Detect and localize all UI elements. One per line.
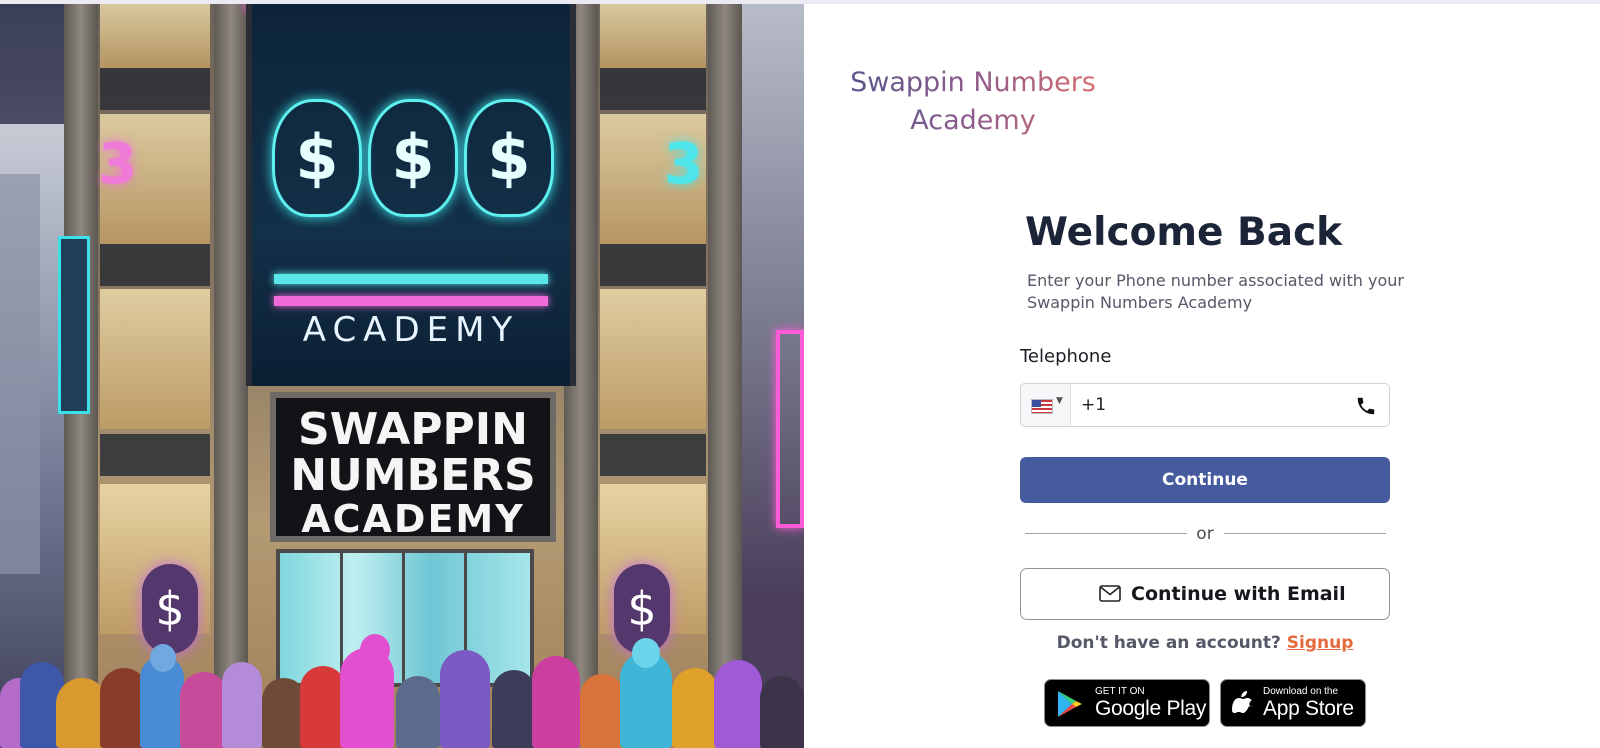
neon-number-left: 3	[98, 132, 137, 197]
floor-band	[600, 434, 706, 476]
neon-side-panel	[58, 236, 90, 414]
floor-band	[600, 68, 706, 110]
academy-marquee: SWAPPIN NUMBERS ACADEMY	[270, 392, 556, 542]
neon-sign-right	[776, 330, 804, 528]
floor-band	[100, 434, 210, 476]
marquee-line: NUMBERS	[290, 450, 536, 501]
apple-badge-small-text: Download on the	[1263, 686, 1339, 697]
chevron-down-icon: ▼	[1056, 396, 1063, 406]
crowd	[0, 620, 804, 748]
page-title: Welcome Back	[1025, 210, 1343, 255]
floor-band	[600, 244, 706, 286]
brand-logo: Swappin Numbers Academy	[843, 64, 1103, 140]
brand-name-line2: Academy	[910, 105, 1036, 136]
telephone-input[interactable]	[1081, 384, 1341, 426]
hero-illustration: 3 3 $ $ $ ACADEMY SWAPPIN NUMBERS ACADEM…	[0, 4, 804, 748]
divider-line-left	[1025, 533, 1187, 534]
person-head	[360, 634, 390, 666]
apple-badge-big-text: App Store	[1263, 697, 1354, 720]
us-flag-icon	[1031, 399, 1053, 414]
signup-link[interactable]: Signup	[1287, 633, 1354, 653]
floor-band	[100, 68, 210, 110]
marquee-line: ACADEMY	[301, 497, 525, 541]
person	[180, 672, 228, 748]
person	[714, 660, 762, 748]
person	[760, 676, 804, 748]
person	[492, 670, 536, 748]
signup-prompt: Don't have an account? Signup	[1020, 633, 1390, 653]
app-store-badge[interactable]: Download on the App Store	[1220, 679, 1366, 727]
google-badge-small-text: GET IT ON	[1095, 686, 1145, 697]
telephone-label: Telephone	[1020, 346, 1112, 367]
country-selector[interactable]: ▼	[1021, 384, 1071, 426]
window	[100, 289, 210, 429]
marquee-line: SWAPPIN	[298, 404, 528, 455]
neon-bar-pink	[274, 296, 548, 306]
floor-band	[100, 244, 210, 286]
money-bag-icon: $	[464, 99, 554, 217]
telephone-field: ▼	[1020, 383, 1390, 427]
person	[440, 650, 490, 748]
money-bag-icon: $	[368, 99, 458, 217]
window	[600, 4, 706, 68]
person	[222, 662, 262, 748]
brand-name-line1: Swappin Numbers	[850, 67, 1096, 98]
skyscraper-left	[0, 174, 40, 574]
person	[672, 668, 718, 748]
continue-button[interactable]: Continue	[1020, 457, 1390, 503]
phone-icon	[1357, 397, 1375, 415]
or-divider-text: or	[1196, 524, 1214, 544]
google-play-badge[interactable]: GET IT ON Google Play	[1044, 679, 1210, 727]
divider-line-right	[1224, 533, 1386, 534]
neon-number-right: 3	[664, 132, 703, 197]
google-badge-big-text: Google Play	[1095, 697, 1207, 720]
money-bag-icon: $	[272, 99, 362, 217]
email-button-label: Continue with Email	[1131, 583, 1346, 605]
person	[532, 656, 580, 748]
window	[600, 289, 706, 429]
apple-icon	[1232, 690, 1254, 714]
mail-icon	[1099, 585, 1121, 602]
person	[396, 676, 440, 748]
screen-sign-text: ACADEMY	[302, 310, 520, 350]
neon-bar-cyan	[274, 274, 548, 284]
page-subtitle: Enter your Phone number associated with …	[1027, 271, 1404, 312]
neon-screen: $ $ $ ACADEMY	[246, 4, 576, 386]
no-account-text: Don't have an account?	[1056, 633, 1281, 653]
person-head	[632, 638, 660, 668]
continue-with-email-button[interactable]: Continue with Email	[1020, 568, 1390, 620]
person	[580, 674, 624, 748]
window	[100, 4, 210, 68]
person-head	[150, 644, 176, 672]
google-play-icon	[1058, 691, 1082, 717]
